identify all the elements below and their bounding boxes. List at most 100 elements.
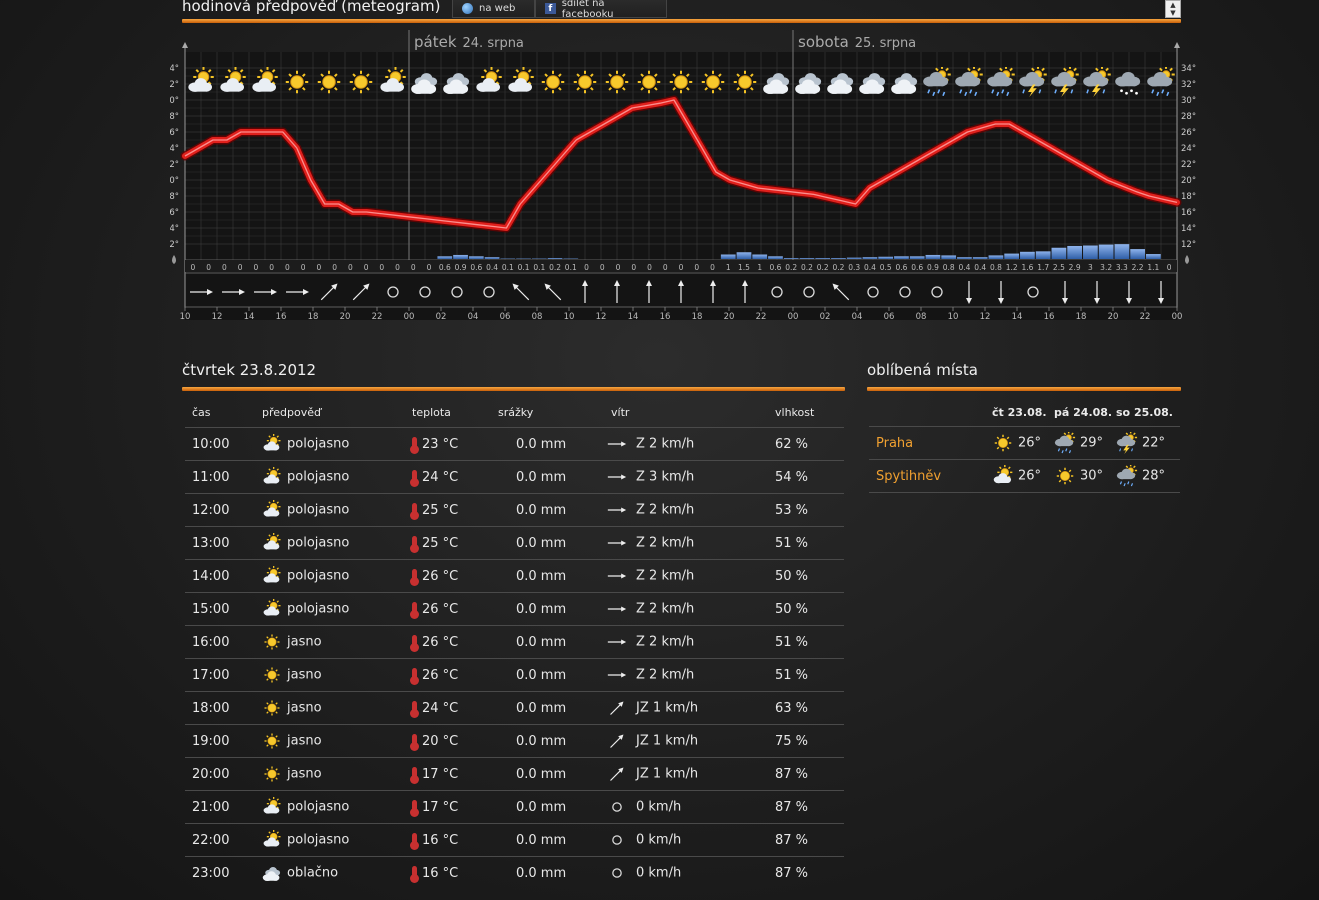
temperature-cell-text: 24 °C — [422, 700, 459, 716]
forecast-cell-text: polojasno — [287, 832, 350, 848]
temperature-cell-text: 26 °C — [422, 601, 459, 617]
wind-cell: 0 km/h — [604, 823, 768, 857]
x-tick: 14 — [244, 312, 255, 322]
sun-icon — [1056, 467, 1074, 485]
precip-value: 1 — [726, 263, 731, 272]
x-tick: 00 — [1172, 312, 1183, 322]
time-cell: 14:00 — [185, 559, 255, 593]
y-tick-left: 28° — [170, 112, 179, 122]
hourly-divider — [182, 387, 845, 391]
humidity-cell: 54 % — [768, 460, 844, 494]
humidity-cell-text: 87 % — [775, 832, 809, 848]
x-tick: 08 — [532, 312, 543, 322]
x-tick: 12 — [980, 312, 991, 322]
y-tick-left: 14° — [170, 224, 179, 234]
time-cell: 16:00 — [185, 625, 255, 659]
favorite-place-row[interactable]: Spytihněv 26° 30° 28° — [869, 459, 1180, 493]
time-cell: 15:00 — [185, 592, 255, 626]
forecast-cell: polojasno — [255, 460, 405, 494]
col-wind: vítr — [611, 406, 630, 419]
y-tick-right: 24° — [1181, 144, 1196, 154]
precip-value: 0.6 — [911, 263, 923, 272]
partly-cloudy-icon — [993, 465, 1013, 484]
thermometer-icon — [410, 667, 419, 685]
favorite-place-link[interactable]: Praha — [869, 426, 992, 460]
precip-cell: 0.0 mm — [491, 691, 604, 725]
favorite-temp: 30° — [1080, 468, 1104, 484]
precip-value: 0 — [395, 263, 400, 272]
temperature-cell: 25 °C — [405, 526, 491, 560]
favorite-place-link[interactable]: Spytihněv — [869, 459, 992, 493]
favorites-divider — [867, 387, 1181, 391]
time-cell: 23:00 — [185, 856, 255, 889]
share-web-button[interactable]: na web — [452, 0, 535, 18]
forecast-cell-text: jasno — [287, 766, 322, 782]
wind-cell-text: JZ 1 km/h — [636, 700, 699, 716]
favorite-temp: 29° — [1080, 435, 1104, 451]
table-row: 19:00 jasno 20 °C 0.0 mm JZ 1 km/h 75 % — [185, 724, 844, 758]
humidity-cell: 53 % — [768, 493, 844, 527]
x-tick: 16 — [1044, 312, 1055, 322]
time-cell-text: 12:00 — [192, 502, 230, 518]
sun-icon — [994, 434, 1012, 452]
y-tick-left: 24° — [170, 144, 179, 154]
hourly-heading: čtvrtek 23.8.2012 — [182, 361, 317, 379]
scroll-arrows[interactable]: ▲ ▼ — [1165, 0, 1181, 18]
time-cell-text: 19:00 — [192, 733, 230, 749]
wind-cell: 0 km/h — [604, 856, 768, 889]
precip-value: 1 — [757, 263, 762, 272]
precip-value: 1.6 — [1021, 263, 1033, 272]
time-cell: 17:00 — [185, 658, 255, 692]
sun-icon — [264, 700, 280, 716]
precip-cell: 0.0 mm — [491, 757, 604, 791]
forecast-cell-text: oblačno — [287, 865, 339, 881]
temperature-cell-text: 16 °C — [422, 832, 459, 848]
forecast-cell: jasno — [255, 757, 405, 791]
wind-arrow-icon — [610, 767, 624, 781]
wind-cell-text: Z 2 km/h — [636, 535, 695, 551]
temperature-cell: 23 °C — [405, 427, 491, 461]
sun-icon — [264, 733, 280, 749]
precip-cell-text: 0.0 mm — [516, 799, 567, 815]
favorites-heading: oblíbená místa — [867, 361, 978, 379]
time-cell-text: 18:00 — [192, 700, 230, 716]
precip-value: 0.9 — [927, 263, 939, 272]
precip-value: 0.2 — [832, 263, 844, 272]
precip-value: 0 — [190, 263, 195, 272]
time-cell: 22:00 — [185, 823, 255, 857]
humidity-cell-text: 87 % — [775, 865, 809, 881]
wind-arrow-icon — [607, 540, 627, 546]
humidity-cell-text: 75 % — [775, 733, 809, 749]
precip-value: 0 — [631, 263, 636, 272]
x-tick: 04 — [852, 312, 863, 322]
precip-value: 0 — [600, 263, 605, 272]
wind-cell: JZ 1 km/h — [604, 691, 768, 725]
favorite-temp: 26° — [1018, 468, 1042, 484]
x-tick: 22 — [756, 312, 767, 322]
precip-cell-text: 0.0 mm — [516, 469, 567, 485]
share-facebook-button[interactable]: f sdílet na facebooku — [535, 0, 667, 20]
x-tick: 14 — [1012, 312, 1023, 322]
precip-bar — [1035, 251, 1051, 259]
precip-cell-text: 0.0 mm — [516, 865, 567, 881]
precip-value: 0 — [238, 263, 243, 272]
thermometer-icon — [410, 700, 419, 718]
forecast-cell-text: polojasno — [287, 601, 350, 617]
y-tick-right: 16° — [1181, 208, 1196, 218]
temperature-cell-text: 20 °C — [422, 733, 459, 749]
wind-cell: JZ 1 km/h — [604, 757, 768, 791]
x-tick: 12 — [212, 312, 223, 322]
wind-cell-text: Z 2 km/h — [636, 601, 695, 617]
x-tick: 18 — [308, 312, 319, 322]
table-row: 20:00 jasno 17 °C 0.0 mm JZ 1 km/h 87 % — [185, 757, 844, 791]
precip-bar — [1130, 249, 1146, 259]
y-tick-left: 30° — [170, 96, 179, 106]
precip-value: 0 — [663, 263, 668, 272]
favorite-place-row[interactable]: Praha 26° 29° 22° — [869, 426, 1180, 460]
wind-arrow-icon — [607, 672, 627, 678]
temperature-cell: 26 °C — [405, 592, 491, 626]
precip-value: 0.8 — [990, 263, 1002, 272]
wind-arrow-icon — [607, 573, 627, 579]
time-cell: 21:00 — [185, 790, 255, 824]
precip-cell-text: 0.0 mm — [516, 733, 567, 749]
